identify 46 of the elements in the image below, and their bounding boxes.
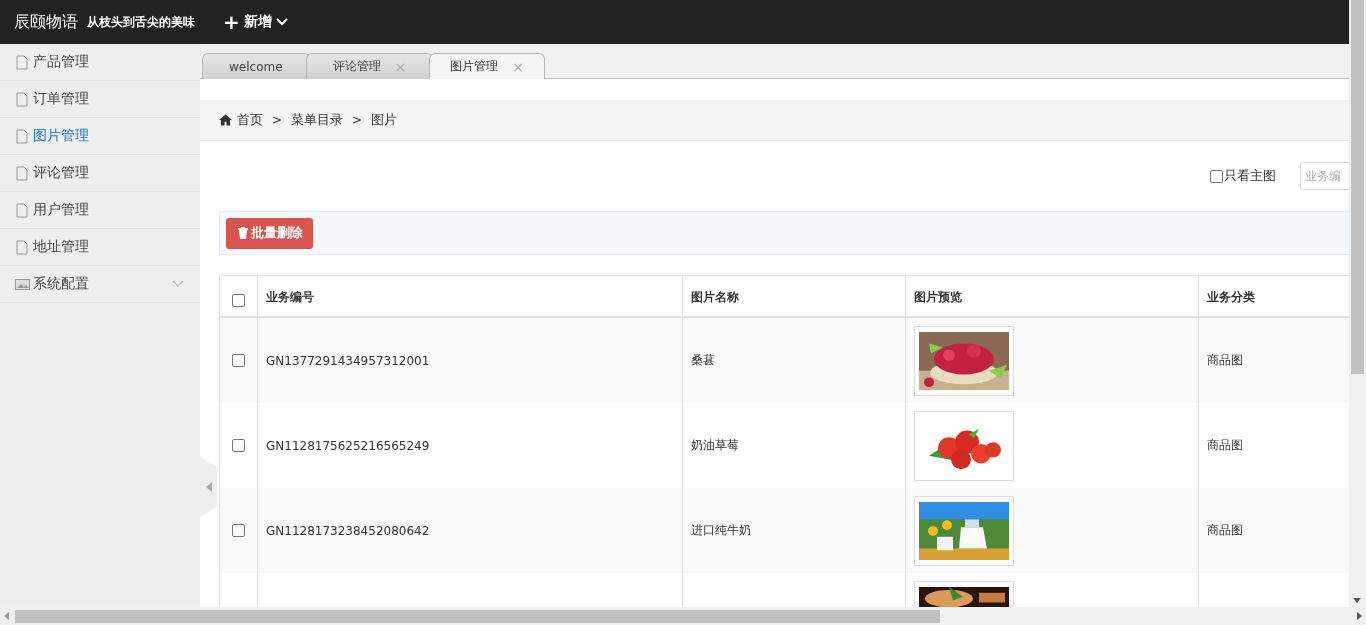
- table-cell: GN1377291434957312001: [266, 353, 430, 368]
- main-only-checkbox[interactable]: 只看主图: [1210, 167, 1276, 185]
- file-icon: [16, 128, 28, 144]
- table-cell: 奶油草莓: [691, 437, 739, 454]
- select-all-checkbox[interactable]: [232, 293, 245, 307]
- table-cell: 商品图: [1207, 437, 1243, 454]
- brand-title: 辰颐物语: [14, 11, 78, 33]
- home-icon: [219, 114, 232, 126]
- tab[interactable]: 图片管理 ×: [429, 53, 545, 79]
- column-header: 业务编号: [266, 288, 314, 306]
- table-cell: 商品图: [1207, 522, 1243, 539]
- column-header: 图片预览: [914, 288, 962, 306]
- file-icon: [16, 91, 28, 107]
- column-header: 图片名称: [691, 288, 739, 306]
- file-icon: [16, 165, 28, 181]
- trash-icon: [238, 227, 248, 239]
- row-checkbox[interactable]: [232, 524, 245, 537]
- table-cell: 进口纯牛奶: [691, 522, 751, 539]
- table-cell: GN1128173238452080642: [266, 523, 430, 538]
- down-arrow-icon[interactable]: [1353, 598, 1361, 603]
- breadcrumb-item[interactable]: 菜单目录: [291, 111, 344, 129]
- file-icon: [16, 202, 28, 218]
- left-arrow-icon[interactable]: [4, 612, 9, 620]
- slogan: 从枝头到舌尖的美味: [87, 13, 195, 31]
- table-cell: 桑葚: [691, 352, 715, 369]
- image-icon: [15, 278, 30, 290]
- horizontal-scrollbar[interactable]: [0, 607, 1366, 625]
- file-icon: [16, 239, 28, 255]
- breadcrumb-item[interactable]: 首页: [237, 111, 263, 129]
- left-triangle-icon: [205, 482, 212, 492]
- column-header: 业务分类: [1207, 288, 1255, 306]
- table-cell: 商品图: [1207, 352, 1243, 369]
- table-cell: GN1128175625216565249: [266, 438, 430, 453]
- search-field[interactable]: 业务编: [1300, 162, 1349, 190]
- chevron-icon: [172, 280, 184, 288]
- caret-icon: [275, 18, 288, 26]
- batch-delete-button[interactable]: 批量删除: [226, 217, 313, 249]
- row-checkbox[interactable]: [232, 354, 245, 367]
- breadcrumb-separator: >: [352, 113, 363, 127]
- sidebar-item[interactable]: 系统配置: [0, 266, 200, 303]
- right-arrow-icon[interactable]: [1357, 612, 1362, 620]
- row-checkbox[interactable]: [232, 439, 245, 452]
- file-icon: [16, 54, 28, 70]
- breadcrumb-item: 图片: [371, 111, 398, 129]
- vertical-scrollbar[interactable]: [1349, 0, 1366, 607]
- breadcrumb-separator: >: [272, 113, 283, 127]
